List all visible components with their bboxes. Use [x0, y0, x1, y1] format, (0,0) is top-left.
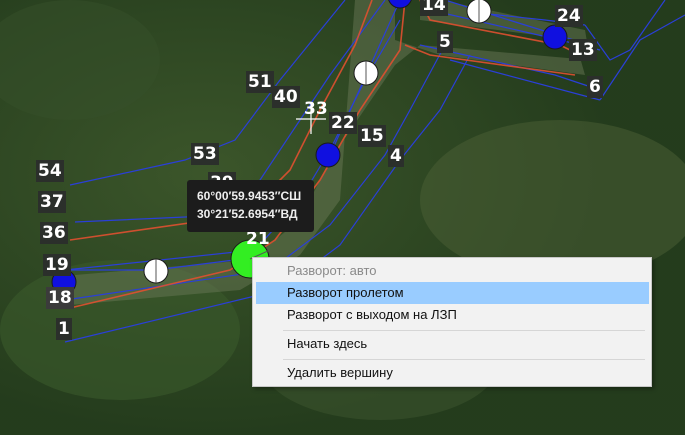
coordinates-tooltip: 60°00′59.9453″СШ 30°21′52.6954″ВД	[187, 180, 314, 232]
menu-item-turn-auto: Разворот: авто	[287, 263, 377, 278]
point-label-19: 19	[43, 254, 71, 276]
menu-separator	[283, 359, 645, 360]
point-label-15: 15	[358, 125, 386, 147]
longitude-text: 30°21′52.6954″ВД	[197, 207, 298, 221]
menu-item-start-here[interactable]: Начать здесь	[256, 333, 649, 355]
menu-separator	[283, 330, 645, 331]
latitude-text: 60°00′59.9453″СШ	[197, 189, 302, 203]
point-label-24: 24	[555, 5, 583, 27]
point-label-53: 53	[191, 143, 219, 165]
point-label-4: 4	[388, 145, 404, 167]
point-label-22: 22	[329, 112, 357, 134]
point-label-18: 18	[46, 287, 74, 309]
menu-item-turn-exit-lzp[interactable]: Разворот с выходом на ЛЗП	[256, 304, 649, 326]
menu-item-turn-flyover[interactable]: Разворот пролетом	[256, 282, 649, 304]
point-label-6: 6	[587, 76, 603, 98]
point-label-13: 13	[569, 39, 597, 61]
point-label-5: 5	[437, 31, 453, 53]
context-menu: Разворот: авто Разворот пролетом Разворо…	[252, 257, 652, 387]
point-label-40: 40	[272, 86, 300, 108]
point-label-51: 51	[246, 71, 274, 93]
menu-item-delete-vertex[interactable]: Удалить вершину	[256, 362, 649, 384]
point-label-37: 37	[38, 191, 66, 213]
point-label-33: 33	[304, 99, 328, 119]
point-label-14: 14	[420, 0, 448, 16]
point-label-36: 36	[40, 222, 68, 244]
point-label-54: 54	[36, 160, 64, 182]
point-label-1: 1	[56, 318, 72, 340]
